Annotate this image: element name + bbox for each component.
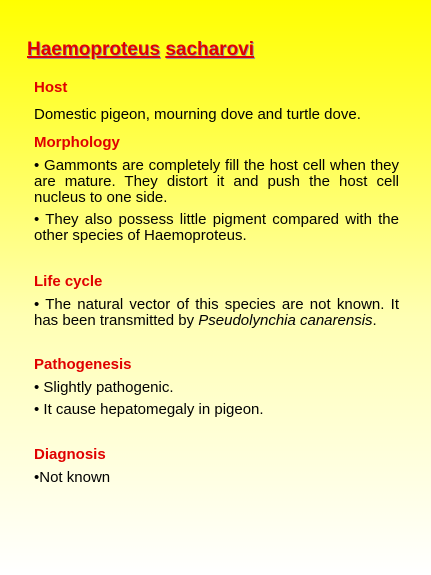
vector-species-name: Pseudolynchia canarensis xyxy=(198,312,373,329)
diagnosis-section: Diagnosis •Not known xyxy=(34,446,399,486)
diagnosis-heading: Diagnosis xyxy=(34,446,106,463)
diagnosis-text: •Not known xyxy=(34,469,111,486)
pathogenesis-section: Pathogenesis • Slightly pathogenic. • It… xyxy=(34,356,399,418)
morphology-point-2: • They also possess little pigment compa… xyxy=(34,211,399,244)
pathogenesis-heading: Pathogenesis xyxy=(34,356,132,373)
host-section: Host Domestic pigeon, mourning dove and … xyxy=(34,79,399,123)
slide-content: Host Domestic pigeon, mourning dove and … xyxy=(34,79,399,486)
slide-title: Haemoproteus sacharovi xyxy=(27,39,254,61)
pathogenesis-point-1: • Slightly pathogenic. xyxy=(34,379,174,396)
title-species: sacharovi xyxy=(165,39,255,60)
morphology-heading: Morphology xyxy=(34,134,120,151)
life-cycle-section: Life cycle • The natural vector of this … xyxy=(34,273,399,329)
title-genus: Haemoproteus xyxy=(27,39,161,60)
host-text: Domestic pigeon, mourning dove and turtl… xyxy=(34,106,361,123)
life-cycle-text: • The natural vector of this species are… xyxy=(34,297,399,329)
life-cycle-text-end: . xyxy=(372,312,377,329)
slide: Haemoproteus sacharovi Host Domestic pig… xyxy=(0,0,431,575)
pathogenesis-point-2: • It cause hepatomegaly in pigeon. xyxy=(34,401,264,418)
host-heading: Host xyxy=(34,79,68,96)
life-cycle-heading: Life cycle xyxy=(34,273,103,290)
morphology-section: Morphology • Gammonts are completely fil… xyxy=(34,134,399,244)
morphology-point-1: • Gammonts are completely fill the host … xyxy=(34,157,399,206)
